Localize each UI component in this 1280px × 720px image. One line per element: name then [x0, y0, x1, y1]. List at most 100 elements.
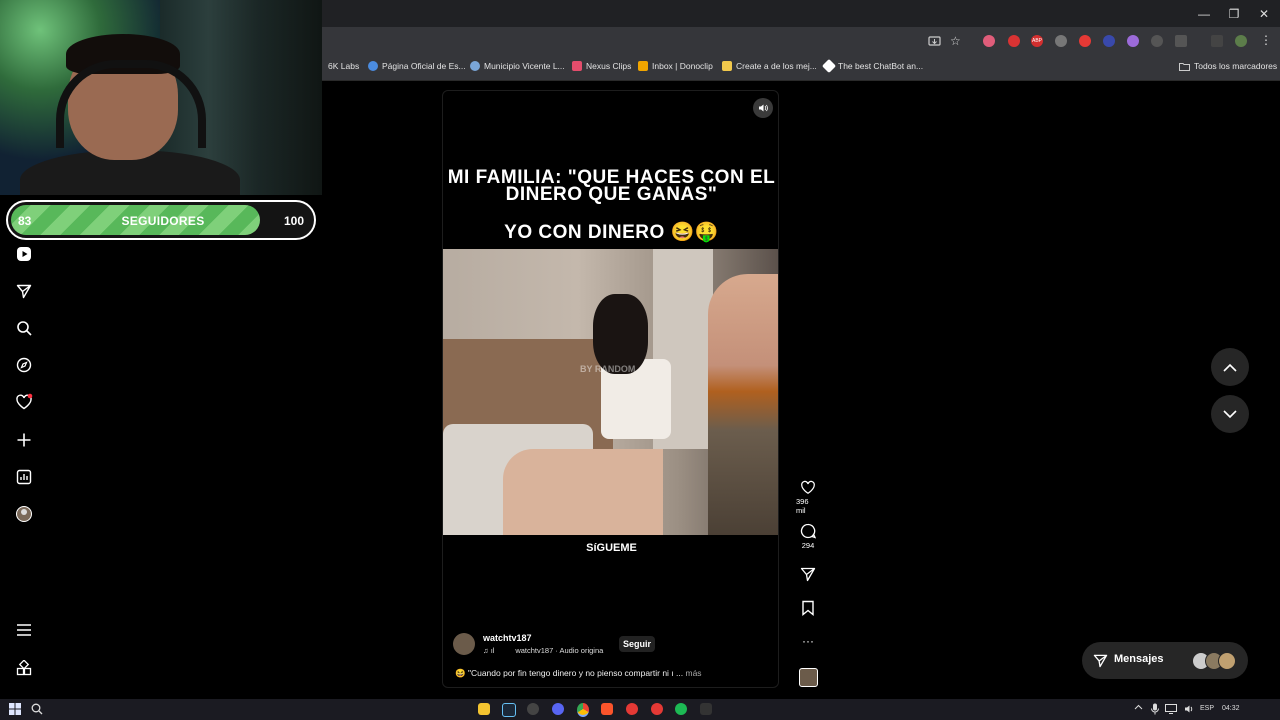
bookmark-favicon [821, 58, 837, 74]
video-watermark: BY RANDOM [580, 364, 636, 374]
language-indicator[interactable]: ESP [1200, 705, 1214, 712]
audio-thumbnail[interactable] [796, 668, 820, 687]
messages-button[interactable]: Mensajes [1082, 642, 1248, 679]
close-button[interactable]: ✕ [1247, 0, 1280, 27]
bookmark-star-icon[interactable]: ☆ [950, 34, 961, 48]
video-frame[interactable]: BY RANDOM [443, 249, 778, 535]
scene-woman-legs [503, 449, 663, 535]
tab-search-icon[interactable] [1211, 35, 1223, 47]
volume-button[interactable] [753, 98, 773, 118]
bookmark-item[interactable]: Página Oficial de Es... [368, 61, 466, 71]
search-icon[interactable] [31, 703, 43, 715]
app-icon[interactable] [626, 703, 638, 715]
windows-start-icon[interactable] [9, 703, 21, 715]
extension-icon[interactable] [1079, 35, 1091, 47]
reel-video-card[interactable]: MI FAMILIA: "QUE HACES CON EL DINERO QUE… [442, 90, 779, 688]
kebab-menu-icon[interactable]: ⋮ [1260, 33, 1272, 47]
adblock-icon[interactable]: ABP [1031, 35, 1043, 47]
reels-icon[interactable] [14, 244, 34, 264]
dashboard-icon[interactable] [14, 467, 34, 487]
minimize-button[interactable]: — [1187, 0, 1221, 27]
microphone-icon[interactable] [1151, 703, 1159, 715]
send-icon[interactable] [14, 281, 34, 301]
message-avatars [1192, 652, 1237, 670]
save-button[interactable] [796, 600, 820, 616]
search-icon[interactable] [14, 318, 34, 338]
maximize-button[interactable]: ❐ [1217, 0, 1251, 27]
like-button[interactable]: 396 mil [796, 480, 820, 515]
profile-avatar[interactable] [1235, 35, 1247, 47]
bookmark-item[interactable]: The best ChatBot an... [821, 58, 923, 74]
previous-reel-button[interactable] [1211, 348, 1249, 386]
bookmark-icon [802, 600, 814, 616]
chevron-down-icon [1223, 409, 1237, 418]
bookmark-item[interactable]: Nexus Clips [572, 61, 631, 71]
webcam-overlay [0, 0, 322, 195]
avatar [1218, 652, 1236, 670]
all-bookmarks-folder[interactable]: Todos los marcadores [1179, 61, 1277, 71]
send-icon [800, 567, 816, 582]
audio-track[interactable]: ♫ ıl watchtv187 · Audio origina [483, 646, 603, 655]
steam-icon[interactable] [502, 703, 516, 717]
spotify-icon[interactable] [675, 703, 687, 715]
menu-icon[interactable] [14, 620, 34, 640]
bookmark-item[interactable]: 6K Labs [328, 61, 359, 71]
comment-button[interactable]: 294 [796, 523, 820, 550]
explore-icon[interactable] [14, 355, 34, 375]
send-icon [1093, 653, 1108, 668]
extension-icon[interactable] [1055, 35, 1067, 47]
bookmark-favicon [470, 61, 480, 71]
reel-description: 😆 "Cuando por fin tengo dinero y no pien… [455, 668, 702, 678]
heart-icon[interactable] [14, 392, 34, 412]
discord-icon[interactable] [552, 703, 564, 715]
bookmark-favicon [638, 61, 648, 71]
bookmark-item[interactable]: Municipio Vicente L... [470, 61, 565, 71]
author-username[interactable]: watchtv187 [483, 633, 532, 643]
network-icon[interactable] [1165, 704, 1177, 714]
scene-woman-hair [593, 294, 648, 374]
bookmark-favicon [572, 61, 582, 71]
create-icon[interactable] [14, 430, 34, 450]
comment-count: 294 [801, 541, 815, 550]
more-link[interactable]: más [686, 668, 702, 678]
heart-icon [801, 480, 815, 495]
bookmark-favicon [722, 61, 732, 71]
bookmark-item[interactable]: Create a de los mej... [722, 61, 817, 71]
extension-icon[interactable] [983, 35, 995, 47]
app-icon[interactable] [651, 703, 663, 715]
extension-icon[interactable] [1103, 35, 1115, 47]
file-explorer-icon[interactable] [478, 703, 490, 715]
follow-button[interactable]: Seguir [619, 636, 656, 652]
more-apps-icon[interactable] [14, 658, 34, 678]
extension-icon[interactable] [1008, 35, 1020, 47]
bookmark-favicon [368, 61, 378, 71]
author-avatar[interactable] [453, 633, 475, 655]
next-reel-button[interactable] [1211, 395, 1249, 433]
audio-cover-icon [798, 668, 818, 687]
music-note-icon: ♫ ıl [483, 646, 495, 655]
reel-title-line: YO CON DINERO 😆🤑 [504, 222, 719, 243]
bookmark-item[interactable]: Inbox | Donoclip [638, 61, 713, 71]
share-button[interactable] [796, 566, 820, 582]
clock[interactable]: 04:32 [1222, 705, 1240, 712]
chrome-icon[interactable] [577, 703, 589, 717]
brave-icon[interactable] [601, 703, 613, 715]
chevron-up-icon [1223, 363, 1237, 372]
obs-icon[interactable] [700, 703, 712, 715]
followers-label: SEGUIDORES [121, 214, 205, 228]
chevron-up-icon[interactable] [1134, 704, 1143, 710]
volume-icon[interactable] [1184, 704, 1195, 714]
profile-icon[interactable] [14, 504, 34, 524]
app-icon[interactable] [527, 703, 539, 715]
install-app-icon[interactable] [928, 35, 941, 48]
info-icon[interactable] [1151, 35, 1163, 47]
followers-goal-bar: 83 SEGUIDORES 100 [6, 200, 316, 240]
audio-label: watchtv187 · Audio origina [515, 646, 604, 655]
video-caption: SíGUEME [586, 542, 637, 554]
extension-icon[interactable] [1127, 35, 1139, 47]
comment-icon [800, 523, 816, 539]
extensions-puzzle-icon[interactable] [1175, 35, 1187, 47]
more-options-button[interactable]: ··· [796, 634, 820, 648]
reel-title-line: DINERO QUE GANAS" [505, 184, 718, 205]
messages-label: Mensajes [1114, 653, 1164, 665]
